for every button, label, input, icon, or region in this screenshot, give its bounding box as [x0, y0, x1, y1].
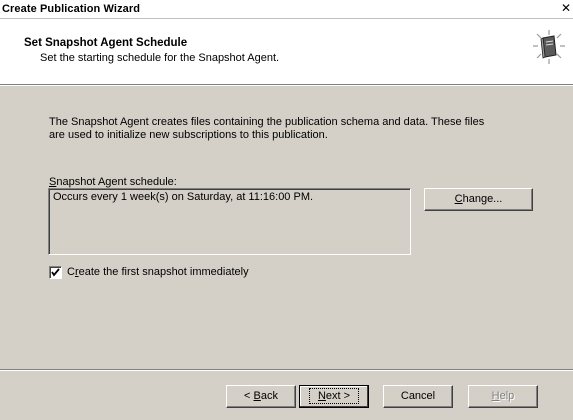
help-label: elp	[499, 390, 515, 402]
create-snapshot-label[interactable]: Create the first snapshot immediately	[67, 266, 249, 279]
create-snapshot-checkbox[interactable]	[49, 266, 62, 279]
schedule-textbox[interactable]: Occurs every 1 week(s) on Saturday, at 1…	[48, 188, 411, 255]
next-focus-rect: Next >	[308, 388, 360, 404]
back-label: ack	[260, 390, 278, 402]
checkmark-icon	[51, 268, 60, 277]
schedule-value: Occurs every 1 week(s) on Saturday, at 1…	[53, 191, 314, 203]
checkbox-label-text: eate the first snapshot immediately	[78, 266, 249, 278]
next-button[interactable]: Next >	[299, 385, 369, 408]
next-mnemonic: N	[317, 390, 326, 402]
change-button[interactable]: Change...	[424, 188, 533, 211]
description-line: are used to initialize new subscriptions…	[49, 129, 328, 141]
cancel-button[interactable]: Cancel	[383, 385, 453, 408]
help-mnemonic: H	[491, 390, 500, 402]
description-text: The Snapshot Agent creates files contain…	[49, 116, 549, 142]
title-bar[interactable]: Create Publication Wizard ✕	[0, 0, 573, 19]
back-arrow: <	[244, 390, 254, 402]
help-button[interactable]: Help	[468, 385, 538, 408]
back-mnemonic: B	[253, 390, 261, 402]
page-title: Set Snapshot Agent Schedule	[24, 37, 188, 49]
wizard-window: Create Publication Wizard ✕ Set Snapshot…	[0, 0, 573, 420]
wizard-header: Set Snapshot Agent Schedule Set the star…	[0, 19, 573, 85]
checkbox-label-start: C	[67, 266, 75, 278]
schedule-label: Snapshot Agent schedule:	[49, 176, 177, 188]
footer-separator	[0, 369, 573, 371]
window-title: Create Publication Wizard	[2, 3, 141, 15]
header-separator	[0, 85, 573, 86]
wizard-book-icon	[533, 30, 565, 64]
back-button[interactable]: < Back	[226, 385, 296, 408]
page-subtitle: Set the starting schedule for the Snapsh…	[40, 52, 280, 64]
change-mnemonic: C	[454, 193, 463, 205]
next-label: ext >	[325, 390, 351, 402]
description-line: The Snapshot Agent creates files contain…	[49, 116, 485, 128]
schedule-label-text: napshot Agent schedule:	[56, 176, 177, 188]
change-label: hange...	[462, 193, 503, 205]
close-icon[interactable]: ✕	[559, 1, 573, 16]
